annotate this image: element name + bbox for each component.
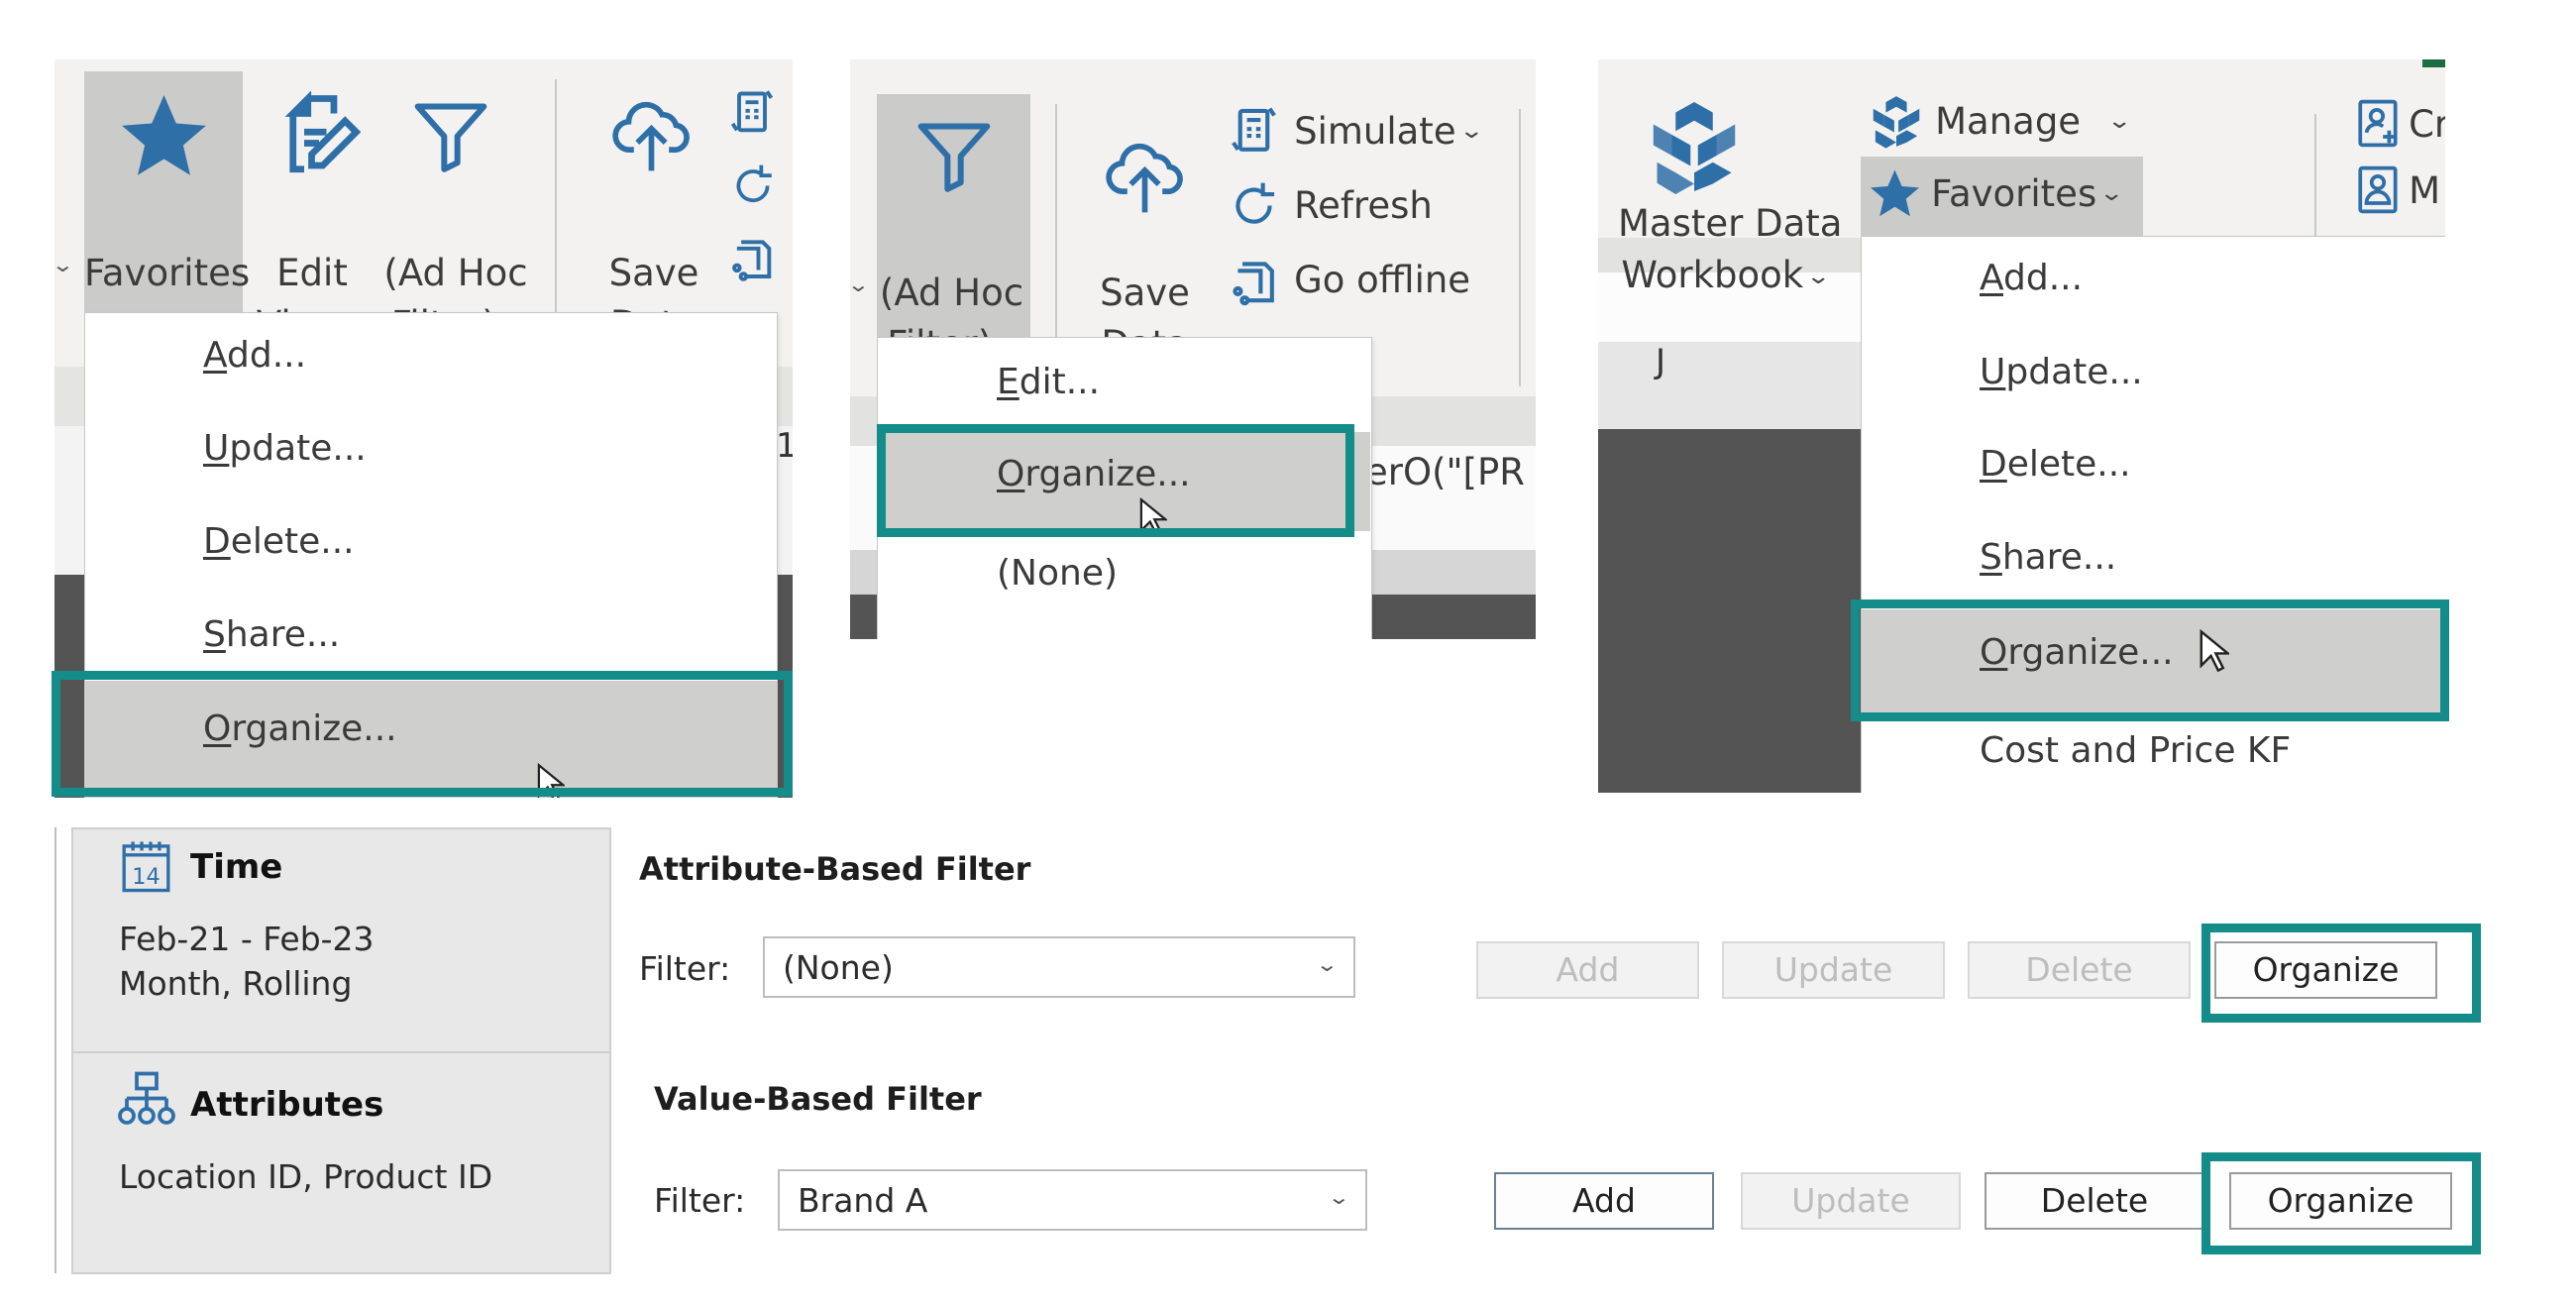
refresh-icon (1227, 178, 1281, 233)
create-contact-button[interactable]: Cr (2354, 97, 2445, 152)
time-granularity: Month, Rolling (119, 964, 353, 1003)
go-offline-icon[interactable] (726, 230, 778, 284)
value-delete-button[interactable]: Delete (1985, 1172, 2204, 1230)
menu-item-add[interactable]: Add... (203, 335, 306, 376)
go-offline-icon (1227, 253, 1281, 307)
m-label: M (2409, 169, 2441, 212)
left-border-line (54, 827, 56, 1273)
menu-item-update[interactable]: Update... (203, 428, 367, 469)
chevron-down-icon: ⌄ (1315, 952, 1340, 976)
menu-item-add[interactable]: Add... (1980, 258, 2083, 298)
chevron-down-icon: ⌄ (2098, 181, 2125, 206)
attribute-filter-value: (None) (783, 948, 894, 987)
attribute-filter-title: Attribute-Based Filter (639, 850, 1031, 888)
menu-item-edit[interactable]: Edit... (997, 362, 1100, 402)
master-data-label-1: Master Data (1618, 202, 1843, 245)
value-filter-title: Value-Based Filter (654, 1080, 982, 1118)
menu-item-delete[interactable]: Delete... (203, 521, 355, 562)
organize-highlight-box (2201, 924, 2481, 1023)
time-title: Time (190, 847, 283, 887)
attribute-add-button[interactable]: Add (1476, 941, 1699, 999)
favorites-label: Favorites (1931, 172, 2097, 215)
attribute-filter-select[interactable]: (None) ⌄ (763, 936, 1355, 998)
star-icon (117, 89, 211, 183)
simulate-label: Simulate (1294, 110, 1456, 153)
value-filter-value: Brand A (798, 1181, 928, 1220)
simulate-button[interactable]: Simulate ⌄ (1227, 104, 1484, 163)
green-accent (2422, 59, 2445, 67)
refresh-button[interactable]: Refresh (1227, 178, 1433, 238)
simulate-icon[interactable] (726, 87, 778, 139)
manage-button[interactable]: Manage ⌄ (1871, 94, 2133, 149)
save-data-label-1: Save (1100, 272, 1190, 314)
ad-hoc-filter-label-1: (Ad Hoc (383, 252, 528, 294)
edit-document-icon (274, 91, 364, 180)
ad-hoc-filter-label-1: (Ad Hoc (879, 272, 1024, 314)
chevron-down-icon[interactable]: ⌄ (850, 272, 870, 296)
organize-highlight-box (1851, 599, 2449, 721)
menu-item-share[interactable]: Share... (1980, 537, 2116, 578)
go-offline-label: Go offline (1294, 259, 1471, 301)
menu-item-delete[interactable]: Delete... (1980, 444, 2131, 485)
funnel-icon (411, 94, 490, 178)
cell-fragment: 1 (776, 426, 793, 466)
column-header-strip (1598, 342, 1866, 431)
organize-highlight-box (52, 671, 793, 797)
save-data-label-1: Save (608, 252, 699, 294)
refresh-icon[interactable] (728, 159, 778, 213)
chevron-down-icon[interactable]: ⌄ (54, 253, 74, 276)
attribute-update-button[interactable]: Update (1722, 941, 1945, 999)
column-header-j: J (1656, 342, 1666, 381)
chevron-down-icon: ⌄ (2106, 109, 2133, 134)
organize-highlight-box (877, 424, 1354, 537)
sheet-dark-area (1598, 429, 1866, 793)
menu-item-update[interactable]: Update... (1980, 352, 2143, 392)
hierarchy-icon (117, 1070, 176, 1132)
favorites-label-group: Favorites ⌄ (1868, 166, 2124, 221)
panel-middle-ad-hoc-filter-menu: erO("[PR ⌄ (Ad Hoc Filter)⌄ Save Data Si… (850, 59, 1536, 639)
manage-contact-button[interactable]: M (2354, 163, 2440, 218)
organize-highlight-box (2201, 1152, 2481, 1254)
menu-item-none[interactable]: (None) (997, 553, 1118, 594)
manage-label: Manage (1935, 100, 2082, 143)
value-filter-select[interactable]: Brand A ⌄ (778, 1169, 1367, 1231)
calendar-14-icon: 14 (119, 837, 173, 895)
svg-text:14: 14 (132, 864, 160, 890)
cube-small-icon (1871, 94, 1922, 149)
refresh-label: Refresh (1294, 184, 1433, 227)
cloud-upload-icon (609, 97, 694, 181)
simulate-icon (1227, 104, 1281, 159)
attributes-list: Location ID, Product ID (119, 1157, 493, 1196)
chevron-down-icon: ⌄ (1327, 1185, 1351, 1209)
ribbon-separator (1519, 109, 1521, 386)
value-add-button[interactable]: Add (1494, 1172, 1714, 1230)
attribute-filter-label: Filter: (639, 949, 731, 988)
menu-item-share[interactable]: Share... (203, 614, 340, 655)
chevron-down-icon: ⌄ (1457, 119, 1484, 144)
formula-fragment: erO("[PR (1365, 451, 1526, 493)
favorites-label: Favorites (84, 252, 251, 294)
attributes-title: Attributes (190, 1085, 384, 1125)
value-filter-label: Filter: (654, 1181, 746, 1220)
go-offline-button[interactable]: Go offline (1227, 253, 1470, 312)
attribute-delete-button[interactable]: Delete (1968, 941, 2191, 999)
time-range: Feb-21 - Feb-23 (119, 920, 375, 958)
menu-item-cost-and-price-kf[interactable]: Cost and Price KF (1980, 730, 2291, 771)
edit-view-label-1: Edit (276, 252, 348, 294)
chevron-down-icon: ⌄ (1805, 264, 1832, 289)
contact-icon (2354, 163, 2404, 218)
contact-add-icon (2354, 97, 2404, 152)
star-icon (1868, 166, 1922, 221)
cloud-upload-icon (1103, 139, 1187, 223)
cube-icon (1650, 97, 1739, 196)
master-data-workbook-button[interactable]: Master Data Workbook ⌄ (1618, 198, 1843, 303)
create-label: Cr (2409, 103, 2445, 146)
master-data-label-2: Workbook ⌄ (1618, 250, 1831, 303)
funnel-icon (914, 114, 994, 198)
value-update-button[interactable]: Update (1741, 1172, 1961, 1230)
